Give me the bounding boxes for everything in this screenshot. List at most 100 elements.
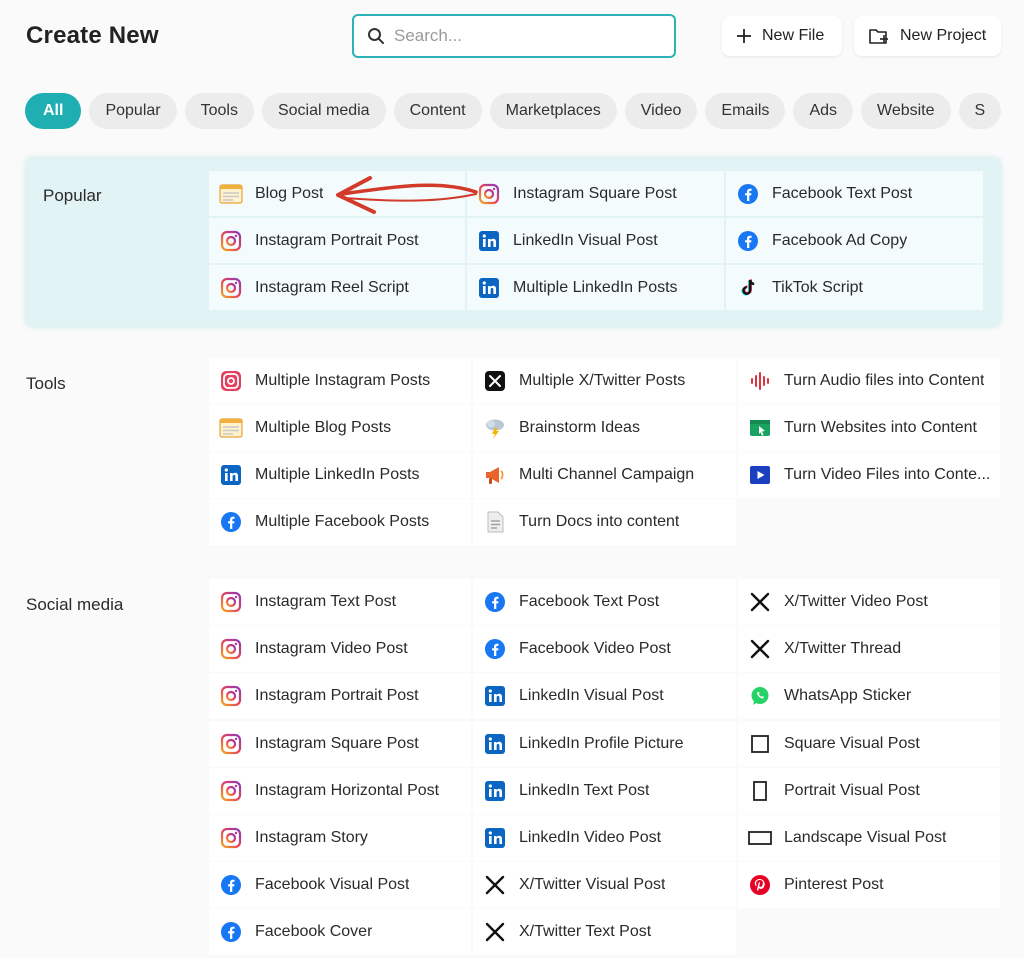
instagram-icon <box>219 684 243 708</box>
instagram-icon <box>219 779 243 803</box>
tools-template-item[interactable]: Turn Websites into Content <box>738 405 1000 451</box>
social-template-item[interactable]: X/Twitter Thread <box>738 626 1000 673</box>
template-item-label: Multiple X/Twitter Posts <box>519 372 686 389</box>
template-item-label: Facebook Video Post <box>519 640 671 658</box>
template-item-label: Instagram Video Post <box>255 640 408 658</box>
template-item-label: Facebook Text Post <box>519 593 660 610</box>
instagram-icon <box>477 182 501 206</box>
template-item-label: Facebook Cover <box>255 923 373 941</box>
header-bar: Create New Search... New File New Projec… <box>0 0 1024 80</box>
social-template-item[interactable]: LinkedIn Video Post <box>473 815 736 861</box>
filter-chip-website[interactable]: Website <box>861 93 951 129</box>
section-label-social-media: Social media <box>26 595 124 614</box>
portrait-frame-icon <box>748 779 772 803</box>
social-template-item[interactable]: X/Twitter Visual Post <box>473 862 736 909</box>
social-template-item[interactable]: Instagram Portrait Post <box>209 673 471 720</box>
social-template-item[interactable]: Instagram Video Post <box>209 626 471 673</box>
megaphone-icon <box>483 463 507 487</box>
popular-template-item[interactable]: Instagram Square Post <box>467 171 724 216</box>
filter-chip-all[interactable]: All <box>25 93 82 129</box>
instagram-icon <box>219 229 243 253</box>
social-template-item[interactable]: WhatsApp Sticker <box>738 673 1000 720</box>
x-twitter-icon <box>748 590 772 614</box>
filter-chip-tools[interactable]: Tools <box>184 93 254 129</box>
social-template-item[interactable]: Instagram Horizontal Post <box>209 767 471 814</box>
popular-template-item[interactable]: Instagram Portrait Post <box>209 218 465 263</box>
template-item-label: Instagram Story <box>255 829 368 846</box>
popular-template-item[interactable]: Multiple LinkedIn Posts <box>467 265 724 310</box>
filter-chip-social-media[interactable]: Social media <box>261 93 386 129</box>
filter-chip-popular[interactable]: Popular <box>89 93 177 129</box>
social-template-item[interactable]: Instagram Square Post <box>209 720 471 767</box>
popular-template-item[interactable]: Facebook Text Post <box>726 171 983 216</box>
search-input[interactable]: Search... <box>394 26 462 46</box>
social-template-item[interactable]: LinkedIn Visual Post <box>473 673 736 720</box>
new-file-label: New File <box>762 27 825 44</box>
popular-template-item[interactable]: Facebook Ad Copy <box>726 218 983 263</box>
tools-template-item[interactable]: Multi Channel Campaign <box>473 452 736 498</box>
new-project-button[interactable]: New Project <box>854 16 1001 56</box>
template-item-label: Multiple Facebook Posts <box>255 513 430 530</box>
social-template-item[interactable]: Instagram Story <box>209 815 471 861</box>
plus-icon <box>736 28 752 44</box>
whatsapp-icon <box>748 684 772 708</box>
tools-template-item[interactable]: Multiple Facebook Posts <box>209 499 471 545</box>
popular-template-item[interactable]: Instagram Reel Script <box>209 265 465 310</box>
template-item-label: LinkedIn Video Post <box>519 829 662 846</box>
instagram-icon <box>219 590 243 614</box>
popular-template-item[interactable]: LinkedIn Visual Post <box>467 218 724 263</box>
tools-template-item[interactable]: Multiple Blog Posts <box>209 405 471 451</box>
template-item-label: Blog Post <box>255 184 324 202</box>
linkedin-icon <box>483 826 507 850</box>
tools-template-item[interactable]: Turn Audio files into Content <box>738 358 1000 404</box>
filter-chip-marketplaces[interactable]: Marketplaces <box>489 93 617 129</box>
social-template-item[interactable]: X/Twitter Text Post <box>473 909 736 956</box>
filter-chip-s[interactable]: S <box>958 93 1002 129</box>
social-template-item[interactable]: Facebook Text Post <box>473 579 736 625</box>
social-template-item[interactable]: X/Twitter Video Post <box>738 579 1000 625</box>
social-template-item[interactable]: Facebook Visual Post <box>209 862 471 909</box>
popular-template-item[interactable]: TikTok Script <box>726 265 983 310</box>
template-item-label: WhatsApp Sticker <box>784 687 912 705</box>
template-item-label: Instagram Square Post <box>513 184 677 202</box>
filter-chip-emails[interactable]: Emails <box>705 93 786 129</box>
template-item-label: Facebook Text Post <box>772 184 913 202</box>
social-template-item[interactable]: LinkedIn Text Post <box>473 767 736 814</box>
template-item-label: X/Twitter Visual Post <box>519 876 666 894</box>
template-item-label: LinkedIn Visual Post <box>513 231 658 249</box>
template-item-label: Pinterest Post <box>784 876 884 894</box>
social-template-item[interactable]: Instagram Text Post <box>209 579 471 625</box>
tools-template-item[interactable]: Multiple X/Twitter Posts <box>473 358 736 404</box>
x-twitter-icon <box>748 637 772 661</box>
section-label-popular: Popular <box>43 186 102 205</box>
social-template-item[interactable]: Facebook Video Post <box>473 626 736 673</box>
tools-template-item[interactable]: Multiple Instagram Posts <box>209 358 471 404</box>
filter-chip-ads[interactable]: Ads <box>793 93 854 129</box>
search-box[interactable]: Search... <box>352 14 676 58</box>
tools-template-item[interactable]: Multiple LinkedIn Posts <box>209 452 471 498</box>
annotation-arrow <box>336 176 478 214</box>
filter-chip-video[interactable]: Video <box>624 93 698 129</box>
facebook-icon <box>219 873 243 897</box>
tools-template-item[interactable]: Turn Docs into content <box>473 499 736 545</box>
square-frame-icon <box>748 732 772 756</box>
tools-template-item[interactable]: Brainstorm Ideas <box>473 405 736 451</box>
landscape-frame-icon <box>748 826 772 850</box>
template-item-label: Brainstorm Ideas <box>519 419 640 436</box>
new-file-button[interactable]: New File <box>722 16 842 56</box>
filter-chip-content[interactable]: Content <box>393 93 482 129</box>
social-template-item[interactable]: Square Visual Post <box>738 720 1000 767</box>
linkedin-icon <box>483 684 507 708</box>
social-template-item[interactable]: Landscape Visual Post <box>738 815 1000 861</box>
linkedin-icon <box>477 229 501 253</box>
social-template-item[interactable]: LinkedIn Profile Picture <box>473 720 736 767</box>
social-template-item[interactable]: Facebook Cover <box>209 909 471 956</box>
template-item-label: Instagram Text Post <box>255 593 397 610</box>
template-item-label: Facebook Ad Copy <box>772 231 908 249</box>
template-item-label: Multiple LinkedIn Posts <box>255 466 420 483</box>
tools-template-item[interactable]: Turn Video Files into Conte... <box>738 452 1000 498</box>
social-template-item[interactable]: Portrait Visual Post <box>738 767 1000 814</box>
template-item-label: Instagram Reel Script <box>255 278 409 296</box>
facebook-icon <box>736 182 760 206</box>
social-template-item[interactable]: Pinterest Post <box>738 862 1000 909</box>
